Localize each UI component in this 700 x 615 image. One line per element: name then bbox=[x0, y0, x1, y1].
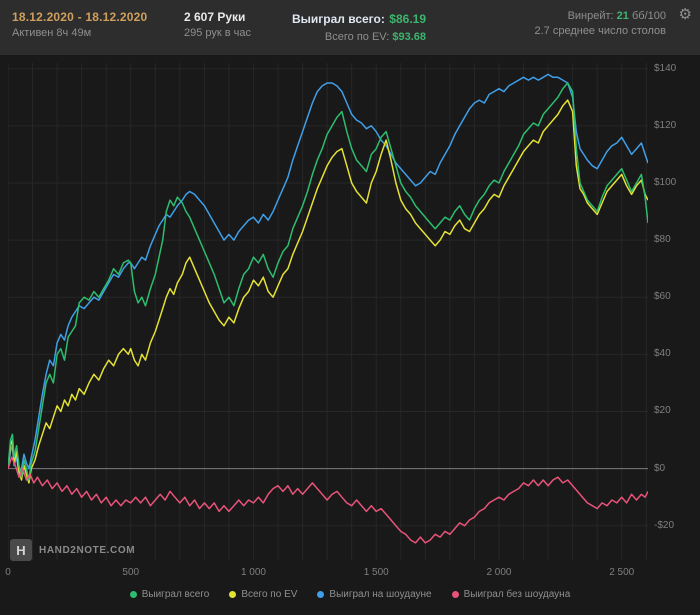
legend-label: Выиграл без шоудауна bbox=[463, 589, 571, 600]
winrate-value: 21 bbox=[616, 10, 629, 22]
x-axis-label: 500 bbox=[122, 567, 140, 578]
y-axis-label: $60 bbox=[654, 291, 671, 303]
x-axis-label: 1 500 bbox=[363, 567, 389, 578]
date-range: 18.12.2020 - 18.12.2020 bbox=[12, 10, 148, 24]
session-header: 18.12.2020 - 18.12.2020 Активен 8ч 49м 2… bbox=[0, 0, 700, 55]
legend-dot-icon bbox=[451, 591, 459, 598]
y-axis-label: $40 bbox=[654, 348, 671, 360]
legend-item-3[interactable]: Выиграл без шоудауна bbox=[451, 589, 571, 600]
ev-label: Всего по EV: bbox=[324, 31, 390, 43]
winnings-graph bbox=[8, 63, 648, 560]
settings-gear-icon[interactable]: ⚙ bbox=[679, 7, 692, 22]
legend-label: Выиграл на шоудауне bbox=[329, 589, 432, 600]
won-total-label: Выиграл всего: bbox=[292, 12, 385, 26]
ev-value: $93.68 bbox=[392, 31, 426, 43]
legend-item-0[interactable]: Выиграл всего bbox=[129, 589, 210, 600]
won-total-value: $86.19 bbox=[389, 12, 426, 26]
chart-legend: Выиграл всего Всего по EV Выиграл на шоуда… bbox=[0, 589, 700, 600]
legend-dot-icon bbox=[317, 591, 325, 598]
hand2note-logo-mark: H bbox=[10, 539, 32, 561]
hands-per-hour: 295 рук в час bbox=[184, 27, 252, 39]
y-axis-label: $100 bbox=[654, 176, 677, 188]
avg-tables: 2.7 среднее число столов bbox=[534, 25, 666, 37]
y-axis-label: $120 bbox=[654, 119, 677, 131]
legend-dot-icon bbox=[229, 591, 237, 598]
ev-line: Всего по EV: $93.68 bbox=[292, 31, 426, 43]
won-total-line: Выиграл всего: $86.19 bbox=[292, 10, 426, 28]
legend-label: Всего по EV bbox=[241, 589, 298, 600]
hands-column: 2 607 Руки 295 рук в час bbox=[184, 10, 280, 39]
y-axis-label: $20 bbox=[654, 405, 671, 417]
y-axis-label: $140 bbox=[654, 62, 677, 74]
winrate-column: Винрейт: 21 бб/100 2.7 среднее число сто… bbox=[534, 10, 666, 37]
date-column: 18.12.2020 - 18.12.2020 Активен 8ч 49м bbox=[12, 10, 184, 39]
hand2note-session-window: 18.12.2020 - 18.12.2020 Активен 8ч 49м 2… bbox=[0, 0, 700, 615]
series-line-2 bbox=[8, 73, 648, 476]
winrate-unit: бб/100 bbox=[631, 10, 666, 22]
series-line-0 bbox=[8, 82, 648, 481]
y-axis-label: $80 bbox=[654, 234, 671, 246]
hands-count: 2 607 Руки bbox=[184, 10, 246, 24]
x-axis-label: 2 500 bbox=[609, 567, 635, 578]
active-time: Активен 8ч 49м bbox=[12, 27, 92, 39]
series-line-3 bbox=[8, 456, 648, 544]
total-winnings-column: Выиграл всего: $86.19 Всего по EV: $93.6… bbox=[292, 10, 426, 43]
legend-label: Выиграл всего bbox=[141, 589, 210, 600]
x-axis-label: 1 000 bbox=[240, 567, 266, 578]
hand2note-logo-text: HAND2NOTE.COM bbox=[39, 544, 136, 556]
chart-area: $140 $120 $100 $80 $60 $40 $20 $0 -$20 0 500 1 000… bbox=[0, 55, 700, 615]
x-axis-label: 2 000 bbox=[486, 567, 512, 578]
y-axis-label: -$20 bbox=[654, 519, 675, 531]
winrate-line: Винрейт: 21 бб/100 bbox=[534, 10, 666, 22]
legend-item-2[interactable]: Выиграл на шоудауне bbox=[317, 589, 432, 600]
x-axis-label: 0 bbox=[5, 567, 11, 578]
legend-item-1[interactable]: Всего по EV bbox=[229, 589, 297, 600]
y-axis-label: $0 bbox=[654, 462, 666, 474]
legend-dot-icon bbox=[129, 591, 137, 598]
hand2note-logo: H HAND2NOTE.COM bbox=[10, 539, 135, 561]
winrate-label: Винрейт: bbox=[567, 10, 614, 22]
